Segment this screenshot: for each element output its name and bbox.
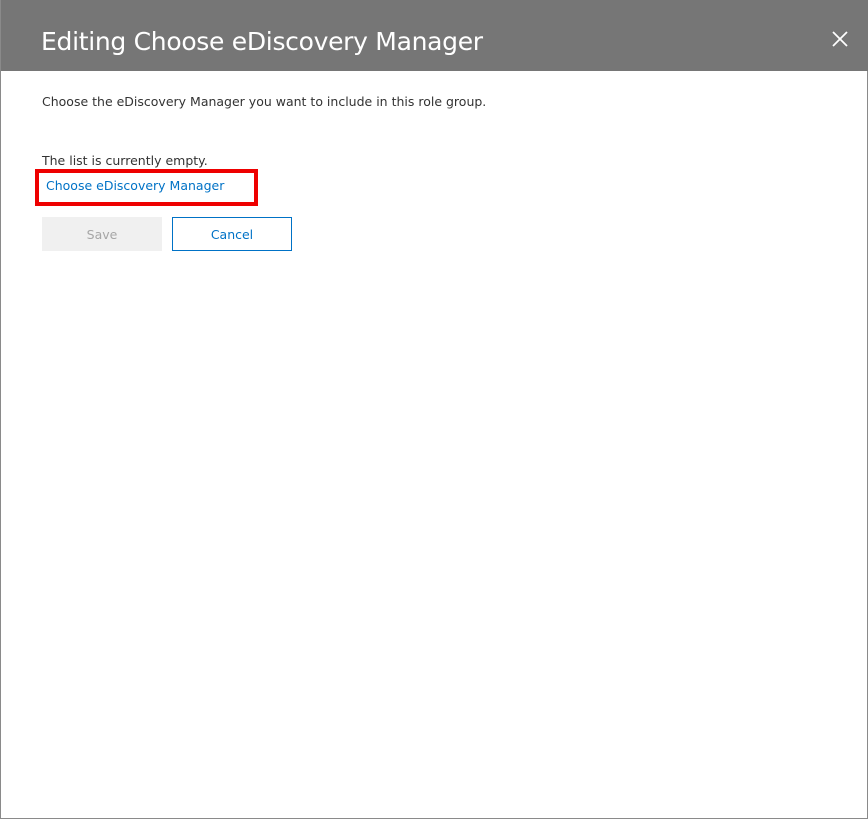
close-icon — [832, 31, 848, 47]
dialog-header: Editing Choose eDiscovery Manager — [1, 0, 868, 71]
cancel-button[interactable]: Cancel — [172, 217, 292, 251]
dialog-description: Choose the eDiscovery Manager you want t… — [42, 94, 487, 109]
edit-dialog: Editing Choose eDiscovery Manager Choose… — [0, 0, 868, 819]
empty-list-text: The list is currently empty. — [42, 153, 208, 168]
dialog-title: Editing Choose eDiscovery Manager — [41, 27, 483, 56]
save-button[interactable]: Save — [42, 217, 162, 251]
close-button[interactable] — [823, 22, 857, 56]
choose-ediscovery-manager-link[interactable]: Choose eDiscovery Manager — [46, 178, 224, 193]
